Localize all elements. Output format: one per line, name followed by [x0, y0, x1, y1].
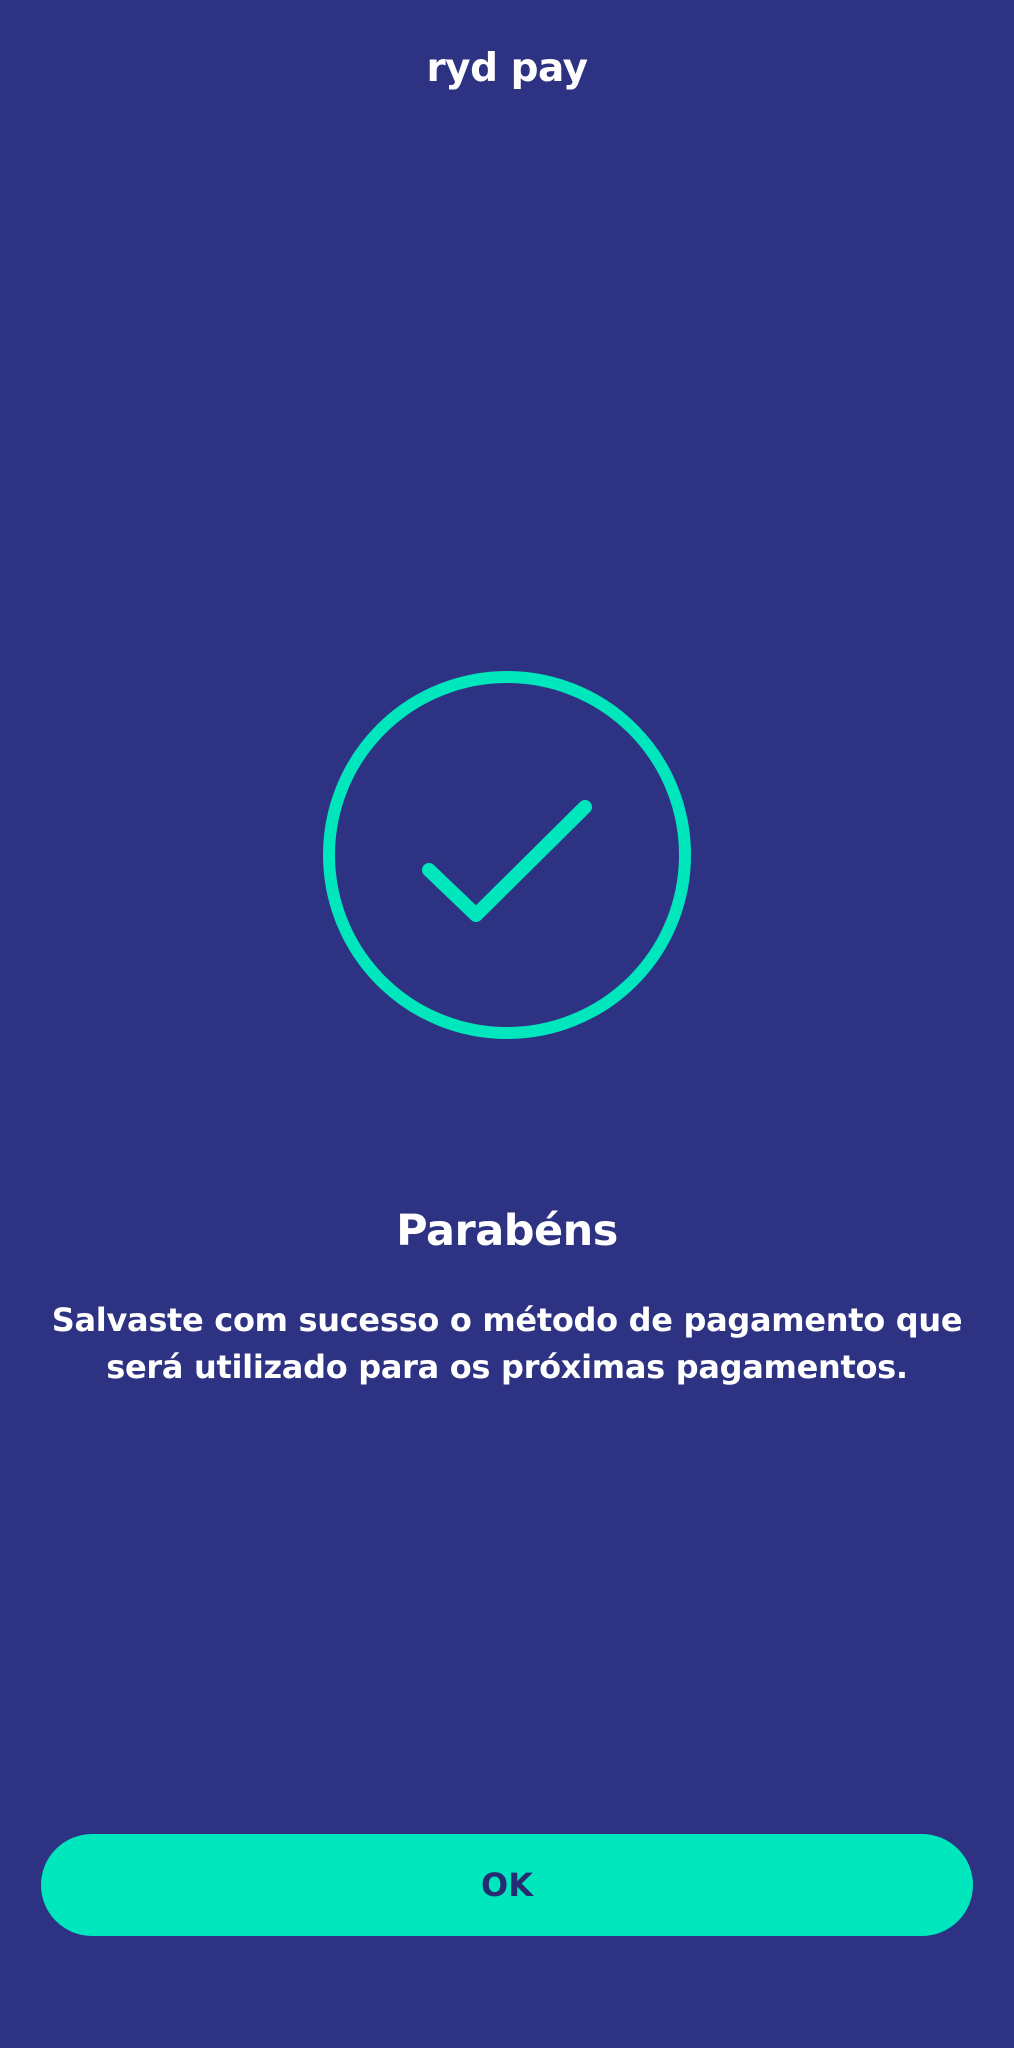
ok-button[interactable]: OK: [41, 1834, 973, 1936]
checkmark-circle-icon: [322, 670, 692, 1040]
app-bar: ryd pay: [0, 0, 1014, 140]
success-message: Salvaste com sucesso o método de pagamen…: [51, 1301, 963, 1386]
success-headline: Parabéns: [396, 1206, 618, 1256]
app-title: ryd pay: [426, 46, 588, 91]
